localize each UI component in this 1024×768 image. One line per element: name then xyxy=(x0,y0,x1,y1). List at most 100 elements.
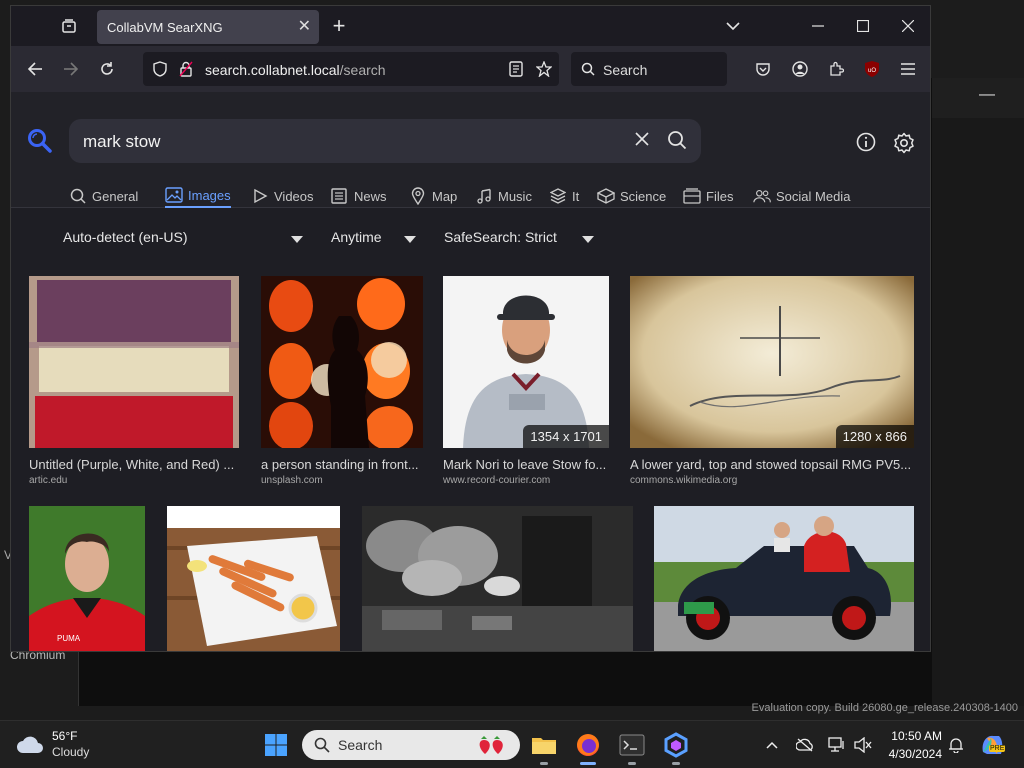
tab-general[interactable]: General xyxy=(69,184,138,208)
people-icon xyxy=(753,188,771,204)
search-filters: Auto-detect (en-US) Anytime SafeSearch: … xyxy=(11,224,930,254)
file-explorer-icon[interactable] xyxy=(528,729,560,765)
maximize-icon[interactable] xyxy=(853,16,873,36)
ublock-icon[interactable]: uO xyxy=(862,59,882,79)
result-title[interactable]: A lower yard, top and stowed topsail RMG… xyxy=(630,457,914,472)
chevron-down-icon[interactable] xyxy=(291,236,303,243)
image-result[interactable]: a person standing in front... unsplash.c… xyxy=(261,276,423,491)
windows-start-icon[interactable] xyxy=(260,729,292,761)
svg-text:uO: uO xyxy=(868,68,876,74)
taskbar-search-box[interactable]: Search xyxy=(302,730,520,760)
image-result[interactable] xyxy=(167,506,340,651)
navigation-bar: search.collabnet.local/search Search uO xyxy=(11,46,930,92)
extensions-icon[interactable] xyxy=(826,59,846,79)
chevron-down-icon[interactable] xyxy=(404,236,416,243)
close-icon[interactable]: ✕ xyxy=(298,16,311,36)
gear-icon[interactable] xyxy=(893,132,915,159)
chevron-down-icon[interactable] xyxy=(723,16,743,36)
newspaper-icon xyxy=(331,188,349,204)
background-window-titlebar: — xyxy=(932,78,1024,118)
tab-music[interactable]: Music xyxy=(475,184,532,208)
tab-images[interactable]: Images xyxy=(165,184,231,208)
tab-title: CollabVM SearXNG xyxy=(107,20,223,35)
image-result[interactable]: 1280 x 866 A lower yard, top and stowed … xyxy=(630,276,914,491)
notification-bell-icon[interactable] xyxy=(946,735,966,755)
search-query[interactable]: mark stow xyxy=(83,132,160,152)
result-thumbnail[interactable]: 1280 x 866 xyxy=(630,276,914,448)
minimize-icon[interactable] xyxy=(808,16,828,36)
back-icon[interactable] xyxy=(25,59,45,79)
result-thumbnail[interactable] xyxy=(261,276,423,448)
taskbar: 56°F Cloudy Search 10:50 AM 4/30/2024 PR… xyxy=(0,720,1024,768)
bookmark-star-icon[interactable] xyxy=(535,60,553,78)
cube-icon xyxy=(597,188,615,204)
tab-label: News xyxy=(354,188,387,204)
result-thumbnail[interactable] xyxy=(29,276,239,448)
lock-warning-icon[interactable] xyxy=(177,60,195,78)
svg-text:PUMA: PUMA xyxy=(57,634,81,643)
hamburger-menu-icon[interactable] xyxy=(898,59,918,79)
pocket-icon[interactable] xyxy=(753,59,773,79)
result-thumbnail[interactable] xyxy=(362,506,633,651)
weather-temperature[interactable]: 56°F xyxy=(52,729,77,743)
clock-time[interactable]: 10:50 AM xyxy=(886,729,942,743)
weather-condition[interactable]: Cloudy xyxy=(52,745,89,759)
result-title[interactable]: Mark Nori to leave Stow fo... xyxy=(443,457,609,472)
url-bar[interactable]: search.collabnet.local/search xyxy=(143,52,559,86)
image-result[interactable]: Untitled (Purple, White, and Red) ... ar… xyxy=(29,276,239,491)
copilot-icon[interactable]: PRE xyxy=(976,729,1008,761)
volume-muted-icon[interactable] xyxy=(853,735,873,755)
image-result[interactable]: PUMA xyxy=(29,506,145,651)
app-hexagon-icon[interactable] xyxy=(660,729,692,765)
info-icon[interactable] xyxy=(856,132,876,157)
clock-date[interactable]: 4/30/2024 xyxy=(878,747,942,761)
clear-icon[interactable] xyxy=(635,129,649,152)
firefox-icon[interactable] xyxy=(572,729,604,765)
tab-files[interactable]: Files xyxy=(683,184,733,208)
result-title[interactable]: Untitled (Purple, White, and Red) ... xyxy=(29,457,239,472)
chevron-up-icon[interactable] xyxy=(762,735,782,755)
result-source: artic.edu xyxy=(29,475,68,486)
tab-searxng[interactable]: CollabVM SearXNG ✕ xyxy=(97,10,319,44)
tab-news[interactable]: News xyxy=(331,184,387,208)
close-window-icon[interactable] xyxy=(898,16,918,36)
forward-icon[interactable] xyxy=(61,59,81,79)
language-select[interactable]: Auto-detect (en-US) xyxy=(63,229,188,245)
new-tab-icon[interactable]: + xyxy=(329,13,349,38)
searxng-logo-icon[interactable] xyxy=(27,128,53,159)
tab-overview-icon[interactable] xyxy=(59,16,79,36)
account-icon[interactable] xyxy=(790,59,810,79)
tab-science[interactable]: Science xyxy=(597,184,666,208)
tab-label: Social Media xyxy=(776,188,851,204)
minimize-icon[interactable]: — xyxy=(979,86,995,104)
reload-icon[interactable] xyxy=(97,59,117,79)
tab-label: Music xyxy=(498,188,532,204)
browser-search-box[interactable]: Search xyxy=(571,52,727,86)
tab-videos[interactable]: Videos xyxy=(251,184,314,208)
network-icon[interactable] xyxy=(827,735,847,755)
terminal-icon[interactable] xyxy=(616,729,648,765)
result-thumbnail[interactable]: PUMA xyxy=(29,506,145,651)
reader-view-icon[interactable] xyxy=(507,60,525,78)
tab-it[interactable]: It xyxy=(549,184,579,208)
tab-label: Files xyxy=(706,188,734,204)
result-thumbnail[interactable] xyxy=(167,506,340,651)
image-result[interactable]: 1354 x 1701 Mark Nori to leave Stow fo..… xyxy=(443,276,609,491)
chevron-down-icon[interactable] xyxy=(582,236,594,243)
cloud-icon[interactable] xyxy=(14,729,46,761)
result-thumbnail[interactable]: 1354 x 1701 xyxy=(443,276,609,448)
search-input[interactable]: mark stow xyxy=(69,119,701,163)
result-thumbnail[interactable] xyxy=(654,506,914,651)
result-title[interactable]: a person standing in front... xyxy=(261,457,423,472)
cloud-offline-icon[interactable] xyxy=(795,735,815,755)
search-submit-icon[interactable] xyxy=(667,130,687,155)
shield-icon[interactable] xyxy=(151,60,169,78)
time-range-select[interactable]: Anytime xyxy=(331,229,382,245)
preview-badge: PRE xyxy=(989,745,1006,752)
image-result[interactable] xyxy=(654,506,914,651)
tab-social-media[interactable]: Social Media xyxy=(753,184,850,208)
tab-map[interactable]: Map xyxy=(409,184,457,208)
resolution-badge: 1280 x 866 xyxy=(835,425,914,448)
image-result[interactable] xyxy=(362,506,633,651)
safesearch-select[interactable]: SafeSearch: Strict xyxy=(444,229,557,245)
